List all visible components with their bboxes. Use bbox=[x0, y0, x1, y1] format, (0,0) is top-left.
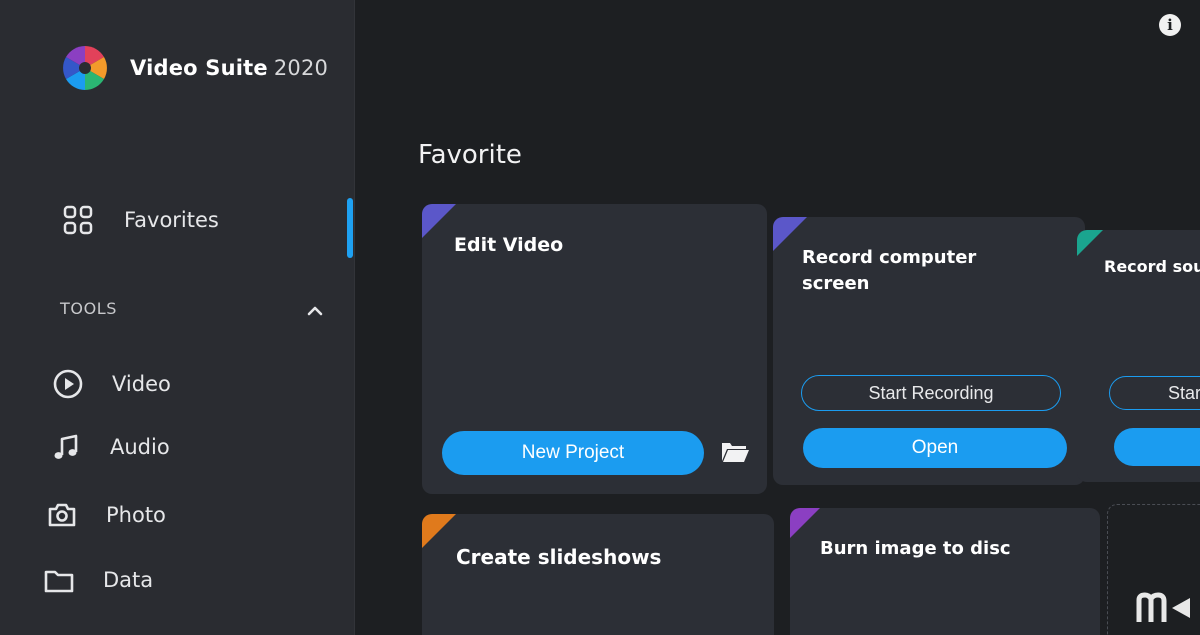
sidebar-item-photo[interactable]: Photo bbox=[46, 499, 166, 531]
sidebar: Video Suite 2020 Favorites TOOLS Video A… bbox=[0, 0, 355, 635]
chevron-up-icon[interactable] bbox=[306, 304, 324, 318]
card-accent bbox=[1077, 230, 1103, 256]
music-note-icon bbox=[50, 431, 82, 463]
app-year: 2020 bbox=[273, 56, 329, 80]
start-button[interactable]: Star bbox=[1109, 376, 1200, 410]
app-name: Video Suite bbox=[130, 56, 268, 80]
folder-icon bbox=[43, 564, 75, 596]
sidebar-item-label: Video bbox=[112, 372, 171, 396]
play-circle-icon bbox=[52, 368, 84, 400]
card-burn-image: Burn image to disc bbox=[790, 508, 1100, 635]
info-icon[interactable]: i bbox=[1159, 14, 1181, 36]
card-title: Record sou bbox=[1104, 257, 1200, 276]
sidebar-item-label: Favorites bbox=[124, 208, 219, 232]
start-recording-button[interactable]: Start Recording bbox=[801, 375, 1061, 411]
card-title-line: Record computer bbox=[802, 247, 977, 268]
sidebar-item-label: Audio bbox=[110, 435, 170, 459]
card-title: Create slideshows bbox=[456, 545, 662, 569]
sidebar-item-label: Data bbox=[103, 568, 154, 592]
card-edit-video: Edit Video New Project bbox=[422, 204, 767, 494]
card-title: Edit Video bbox=[454, 234, 564, 256]
card-primary-button[interactable] bbox=[1114, 428, 1200, 466]
sidebar-item-audio[interactable]: Audio bbox=[50, 431, 170, 463]
camera-icon bbox=[46, 499, 78, 531]
active-indicator bbox=[347, 198, 353, 258]
sidebar-item-data[interactable]: Data bbox=[43, 564, 153, 596]
app-logo-icon bbox=[63, 46, 107, 90]
grid-icon bbox=[62, 204, 94, 236]
tools-section-header: TOOLS bbox=[60, 299, 118, 318]
app-logo: Video Suite 2020 bbox=[56, 44, 328, 92]
card-accent bbox=[790, 508, 820, 538]
open-button[interactable]: Open bbox=[803, 428, 1067, 468]
card-title-line: screen bbox=[802, 273, 870, 294]
new-project-button[interactable]: New Project bbox=[442, 431, 704, 475]
sidebar-item-favorites[interactable]: Favorites bbox=[62, 204, 219, 236]
card-record-screen: Record computer screen Start Recording O… bbox=[773, 217, 1085, 485]
card-record-sound: Record sou Star bbox=[1077, 230, 1200, 482]
sidebar-item-label: Photo bbox=[106, 503, 166, 527]
app-title: Video Suite 2020 bbox=[130, 56, 328, 80]
card-title: Record computer screen bbox=[802, 245, 976, 297]
card-accent bbox=[422, 514, 456, 548]
open-folder-icon[interactable] bbox=[718, 437, 752, 467]
page-title: Favorite bbox=[418, 140, 522, 170]
card-accent bbox=[422, 204, 456, 238]
card-title: Burn image to disc bbox=[820, 538, 1011, 559]
brand-watermark-icon bbox=[1136, 592, 1190, 622]
sidebar-item-video[interactable]: Video bbox=[52, 368, 171, 400]
card-create-slideshows: Create slideshows bbox=[422, 514, 774, 635]
